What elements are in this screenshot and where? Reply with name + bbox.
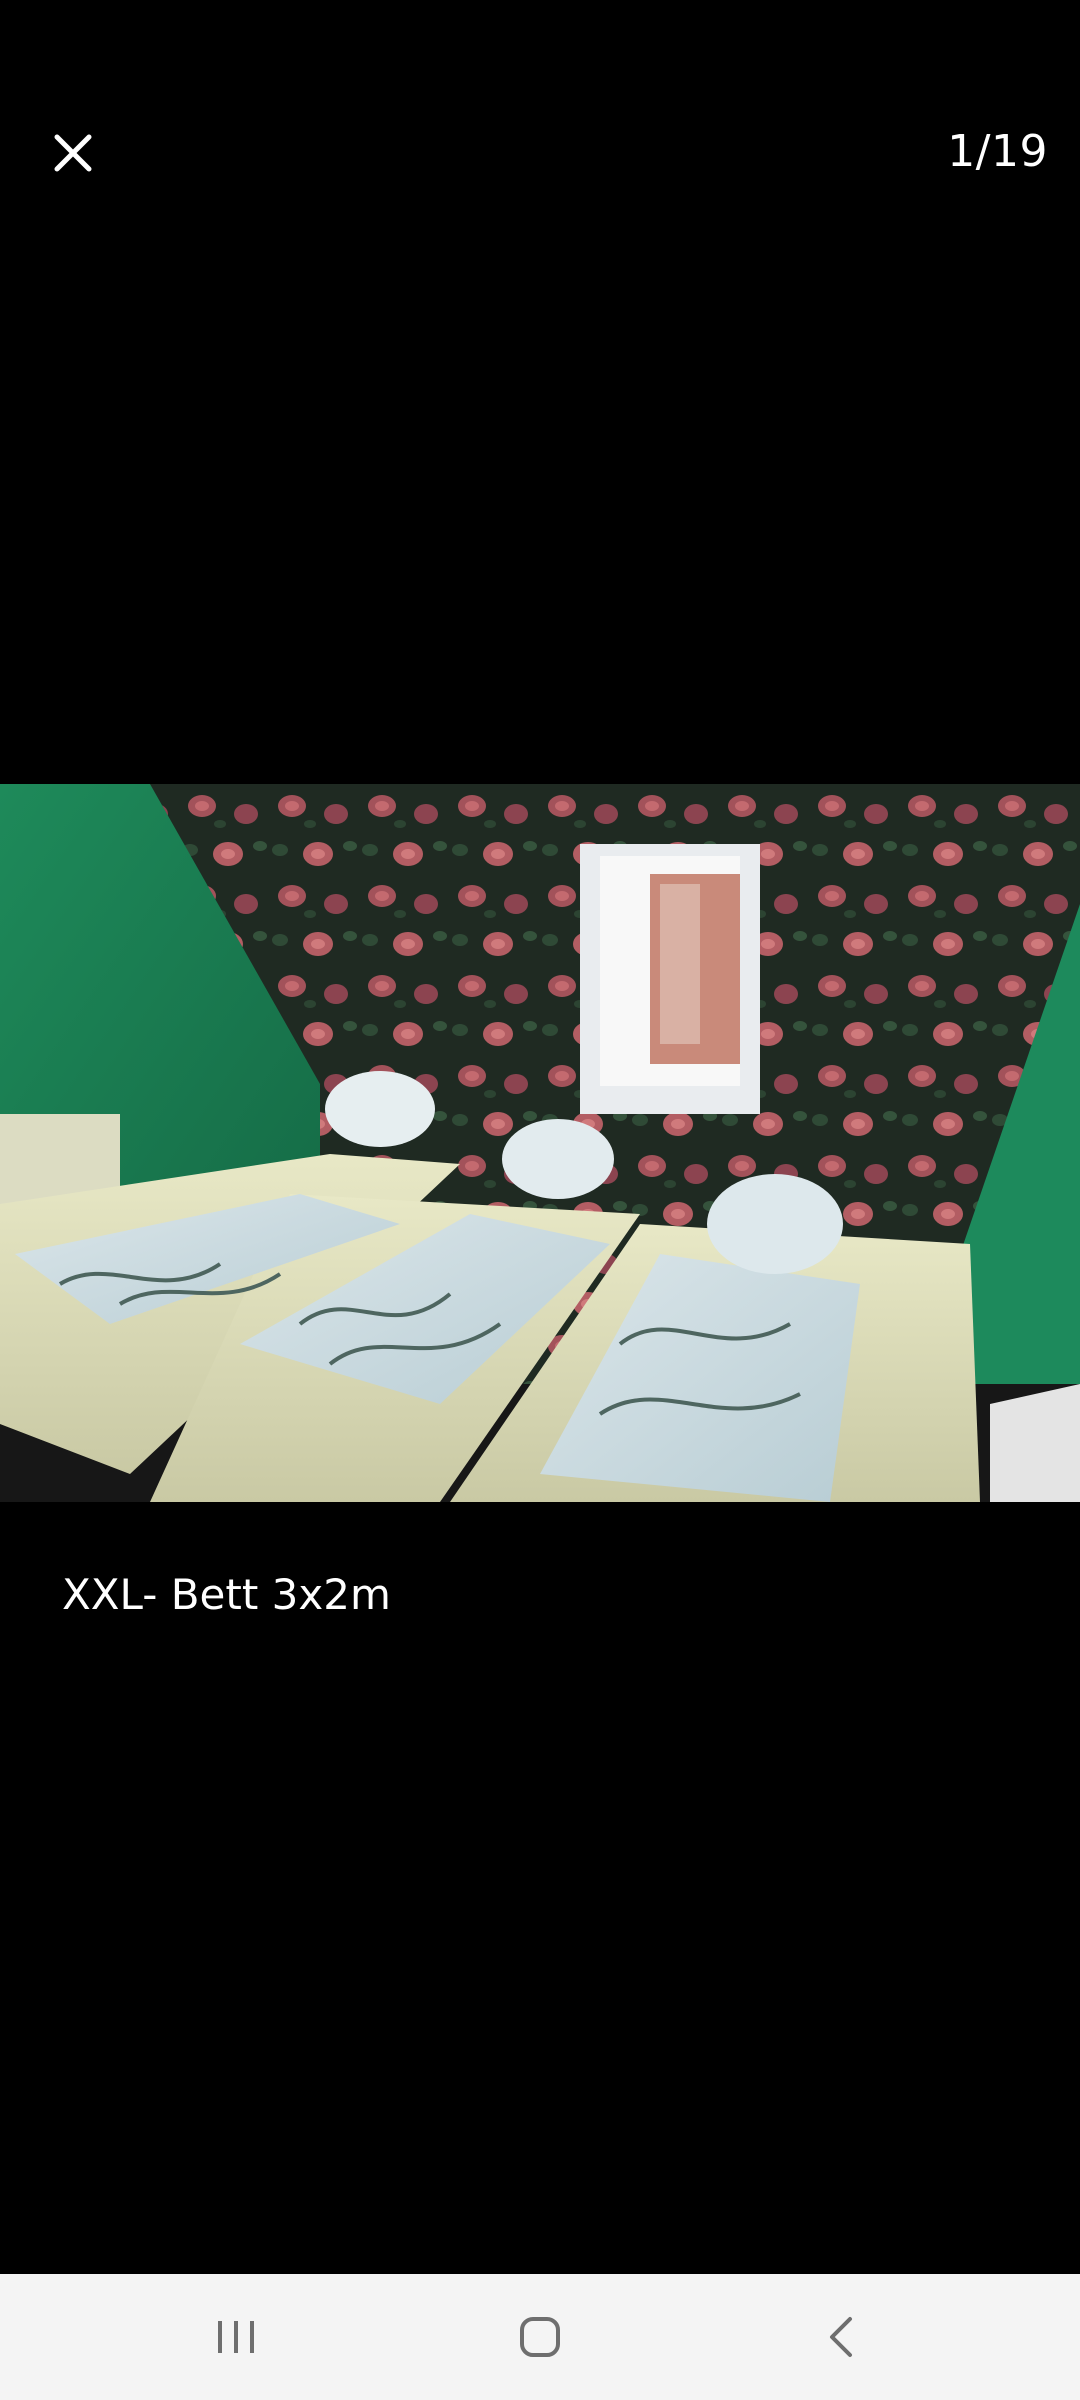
recent-apps-button[interactable]: [136, 2274, 336, 2400]
close-icon: [54, 134, 92, 172]
back-icon: [830, 2317, 852, 2357]
home-button[interactable]: [440, 2274, 640, 2400]
recent-apps-icon: [218, 2321, 254, 2353]
bedroom-photo-image: [0, 784, 1080, 1502]
image-counter: 1/19: [947, 126, 1048, 177]
viewer-toolbar: 1/19: [0, 0, 1080, 310]
listing-photo[interactable]: [0, 784, 1080, 1502]
system-navigation-bar: [0, 2274, 1080, 2400]
home-icon: [520, 2317, 560, 2357]
close-button[interactable]: [44, 124, 102, 182]
photo-caption: XXL- Bett 3x2m: [62, 1570, 391, 1619]
back-button[interactable]: [742, 2274, 942, 2400]
